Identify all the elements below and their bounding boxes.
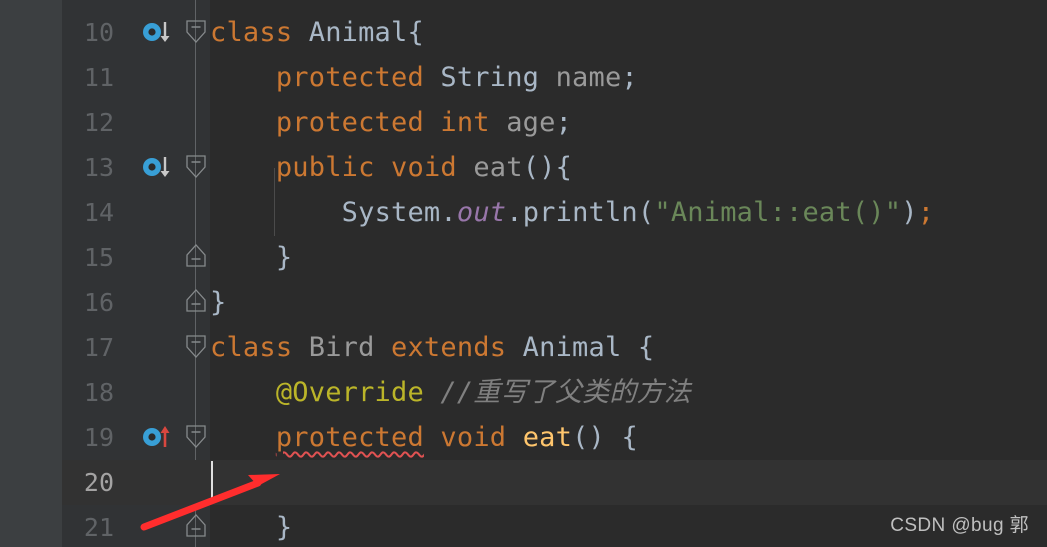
overriding-method-up-icon[interactable] xyxy=(140,415,186,460)
token-identifier: name xyxy=(555,62,622,93)
code-text: System.out.println("Animal::eat()"); xyxy=(210,190,934,235)
token-class-name: Animal xyxy=(308,17,408,48)
line-number: 15 xyxy=(83,243,114,272)
token-punct: { xyxy=(407,17,424,48)
token-keyword: protected xyxy=(275,107,441,138)
token-keyword: class xyxy=(210,17,309,48)
code-text: protected String name; xyxy=(210,55,638,100)
line-number: 17 xyxy=(83,333,114,362)
code-text: class Animal{ xyxy=(210,10,424,55)
token-punct: ; xyxy=(555,107,573,138)
token-brace: } xyxy=(210,287,227,318)
token-keyword-error: protected xyxy=(275,422,424,453)
token-class-name: Bird xyxy=(308,332,392,363)
fold-start-marker[interactable] xyxy=(186,335,206,359)
editor-line-row[interactable]: 19 protected void eat() { xyxy=(62,415,1047,460)
token-keyword: void xyxy=(440,422,523,453)
token-annotation: @Override xyxy=(275,377,441,408)
code-text: } xyxy=(210,235,292,280)
editor-line-row[interactable]: 16 } xyxy=(62,280,1047,325)
code-text: class Bird extends Animal { xyxy=(210,325,654,370)
code-text: public void eat(){ xyxy=(210,145,572,190)
line-number: 16 xyxy=(83,288,114,317)
token-brace: } xyxy=(275,242,293,273)
overridden-method-down-icon[interactable] xyxy=(140,145,186,190)
fold-start-marker[interactable] xyxy=(186,155,206,179)
editor-line-row[interactable]: 10 class Animal{ xyxy=(62,10,1047,55)
code-text: @Override //重写了父类的方法 xyxy=(210,370,691,415)
token-method-declaration: eat xyxy=(522,422,573,453)
token-keyword: int xyxy=(440,107,507,138)
token-brace: } xyxy=(275,512,293,543)
overridden-method-down-icon[interactable] xyxy=(140,10,186,55)
line-number: 11 xyxy=(83,63,114,92)
fold-end-marker[interactable] xyxy=(186,513,206,537)
code-text: } xyxy=(210,280,226,325)
editor-line-row[interactable]: 15 } xyxy=(62,235,1047,280)
token-class-name: System xyxy=(341,197,441,228)
token-punct: ; xyxy=(621,62,638,93)
token-super-class: Animal xyxy=(522,332,638,363)
line-number: 20 xyxy=(83,468,114,497)
editor-line-row[interactable]: 14 System.out.println("Animal::eat()"); xyxy=(62,190,1047,235)
token-keyword: class xyxy=(210,332,309,363)
token-keyword: extends xyxy=(391,332,523,363)
fold-end-marker[interactable] xyxy=(186,288,206,312)
token-punct: (){ xyxy=(522,152,573,183)
token-keyword: void xyxy=(391,152,474,183)
text-caret xyxy=(211,461,213,498)
line-number: 19 xyxy=(83,423,114,452)
token-string: "Animal::eat()" xyxy=(654,197,902,228)
line-number: 18 xyxy=(83,378,114,407)
token-parens: () xyxy=(572,422,605,453)
token-class-name: String xyxy=(440,62,556,93)
code-text: protected void eat() { xyxy=(210,415,638,460)
token-keyword: public xyxy=(275,152,392,183)
token-brace: { xyxy=(637,332,655,363)
code-text: } xyxy=(210,505,292,547)
editor-area[interactable]: 10 class Animal{ 11 protected String nam… xyxy=(62,0,1047,547)
token-paren-close: ) xyxy=(901,197,918,228)
token-dot: . xyxy=(440,197,457,228)
editor-line-row[interactable]: 13 public void eat(){ xyxy=(62,145,1047,190)
line-number: 14 xyxy=(83,198,114,227)
token-identifier: age xyxy=(506,107,556,138)
token-brace: { xyxy=(604,422,638,453)
editor-line-row-current[interactable]: 20 xyxy=(62,460,1047,505)
token-keyword: protected xyxy=(275,62,441,93)
token-semicolon: ; xyxy=(917,197,935,228)
code-editor-window: 10 class Animal{ 11 protected String nam… xyxy=(0,0,1047,547)
line-number: 13 xyxy=(83,153,114,182)
token-comment: //重写了父类的方法 xyxy=(440,377,691,408)
token-dot: . xyxy=(506,197,523,228)
line-number: 12 xyxy=(83,108,114,137)
watermark-text: CSDN @bug 郭 xyxy=(890,515,1029,536)
fold-start-marker[interactable] xyxy=(186,20,206,44)
line-number: 10 xyxy=(83,18,114,47)
editor-line-row[interactable]: 12 protected int age; xyxy=(62,100,1047,145)
token-static-field: out xyxy=(456,197,507,228)
token-method-call: println xyxy=(522,197,638,228)
fold-start-marker[interactable] xyxy=(186,425,206,449)
editor-line-row[interactable]: 18 @Override //重写了父类的方法 xyxy=(62,370,1047,415)
left-tool-strip[interactable] xyxy=(0,0,62,547)
editor-line-row[interactable]: 11 protected String name; xyxy=(62,55,1047,100)
editor-line-row[interactable]: 17 class Bird extends Animal { xyxy=(62,325,1047,370)
line-number: 21 xyxy=(83,513,114,542)
fold-end-marker[interactable] xyxy=(186,243,206,267)
token-method-name: eat xyxy=(473,152,523,183)
token-paren-open: ( xyxy=(637,197,655,228)
indent-guide xyxy=(274,168,275,236)
code-text: protected int age; xyxy=(210,100,572,145)
